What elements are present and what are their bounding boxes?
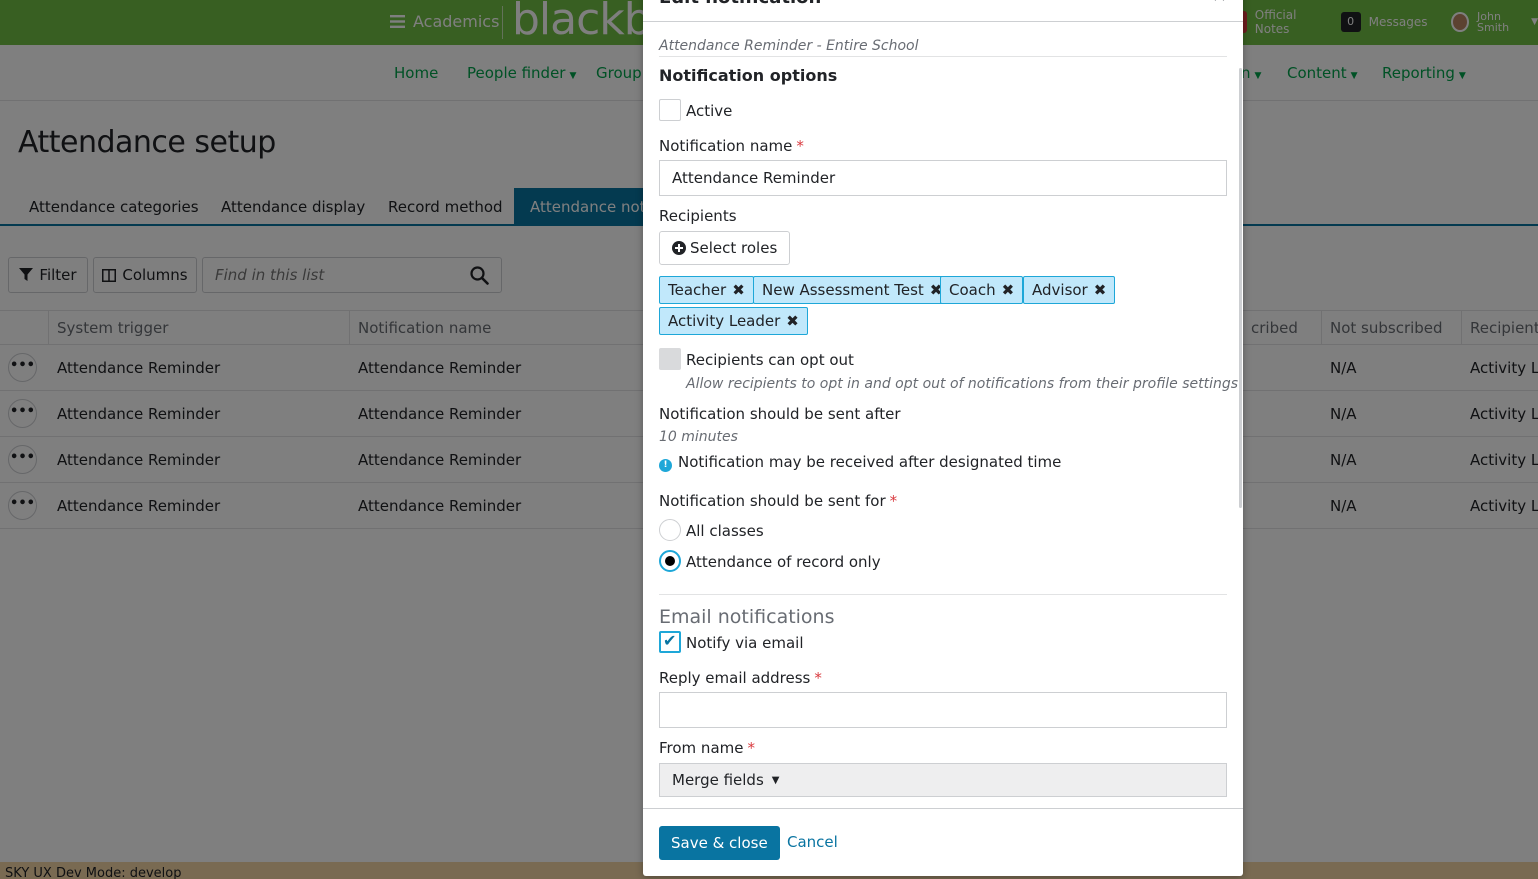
role-token-new-assessment-test: New Assessment Test ✖ — [753, 276, 952, 304]
modal-subtitle: Attendance Reminder - Entire School — [659, 38, 1227, 57]
opt-out-help: Allow recipients to opt in and opt out o… — [686, 376, 1239, 392]
delivery-info: ! Notification may be received after desi… — [659, 453, 1061, 472]
active-label: Active — [686, 102, 733, 120]
close-icon[interactable]: ✕ — [1212, 0, 1227, 7]
remove-icon[interactable]: ✖ — [1094, 281, 1107, 299]
sent-for-label: Notification should be sent for * — [659, 492, 897, 510]
notification-name-label: Notification name * — [659, 137, 804, 155]
reply-email-label: Reply email address * — [659, 669, 822, 687]
modal-scrollbar[interactable] — [1239, 68, 1242, 508]
edit-notification-modal: Edit notification ✕ Attendance Reminder … — [643, 0, 1243, 876]
role-token-label: Teacher — [668, 281, 727, 299]
modal-header: Edit notification ✕ — [643, 0, 1243, 22]
required-asterisk: * — [889, 492, 898, 510]
role-token-label: Coach — [949, 281, 996, 299]
from-name-text: From name — [659, 739, 744, 757]
role-token-label: Activity Leader — [668, 312, 781, 330]
section-divider — [659, 594, 1227, 595]
required-asterisk: * — [747, 739, 755, 757]
radio-all-classes-label: All classes — [686, 522, 764, 540]
notification-name-input[interactable]: Attendance Reminder — [659, 160, 1227, 196]
merge-fields-dropdown[interactable]: Merge fields ▼ — [659, 763, 1227, 797]
plus-circle-icon — [672, 241, 686, 255]
radio-attendance-of-record-label: Attendance of record only — [686, 553, 881, 571]
reply-email-text: Reply email address — [659, 669, 811, 687]
delivery-info-text: Notification may be received after desig… — [678, 453, 1062, 471]
role-token-coach: Coach ✖ — [940, 276, 1024, 304]
sent-after-label: Notification should be sent after — [659, 405, 901, 423]
reply-email-input[interactable] — [659, 692, 1227, 728]
merge-fields-label: Merge fields — [672, 771, 764, 789]
remove-icon[interactable]: ✖ — [1002, 281, 1015, 299]
remove-icon[interactable]: ✖ — [786, 312, 799, 330]
select-roles-button[interactable]: Select roles — [659, 231, 791, 265]
role-token-activity-leader: Activity Leader ✖ — [659, 307, 808, 335]
notify-email-checkbox[interactable] — [659, 631, 681, 653]
notify-email-label: Notify via email — [686, 634, 804, 652]
info-icon: ! — [659, 459, 672, 472]
role-token-label: Advisor — [1032, 281, 1088, 299]
modal-footer: Save & close Cancel — [643, 808, 1243, 876]
from-name-label: From name * — [659, 739, 755, 757]
radio-all-classes[interactable] — [659, 519, 681, 541]
active-checkbox[interactable] — [659, 99, 681, 121]
opt-out-label: Recipients can opt out — [686, 351, 854, 369]
cancel-button[interactable]: Cancel — [787, 833, 838, 851]
required-asterisk: * — [796, 137, 804, 155]
select-roles-label: Select roles — [690, 239, 778, 257]
role-token-teacher: Teacher ✖ — [659, 276, 754, 304]
sent-for-text: Notification should be sent for — [659, 492, 886, 510]
recipients-label: Recipients — [659, 207, 737, 225]
modal-body: Attendance Reminder - Entire School Noti… — [643, 22, 1243, 808]
notification-options-heading: Notification options — [659, 66, 838, 85]
modal-title: Edit notification — [659, 0, 821, 8]
sent-after-value: 10 minutes — [659, 429, 738, 445]
caret-down-icon: ▼ — [771, 774, 780, 786]
role-token-advisor: Advisor ✖ — [1023, 276, 1116, 304]
notification-name-text: Notification name — [659, 137, 793, 155]
opt-out-checkbox[interactable] — [659, 348, 681, 370]
save-close-button[interactable]: Save & close — [659, 826, 780, 860]
role-token-label: New Assessment Test — [762, 281, 924, 299]
radio-attendance-of-record[interactable] — [659, 550, 681, 572]
email-notifications-heading: Email notifications — [659, 606, 835, 628]
remove-icon[interactable]: ✖ — [732, 281, 745, 299]
required-asterisk: * — [814, 669, 822, 687]
